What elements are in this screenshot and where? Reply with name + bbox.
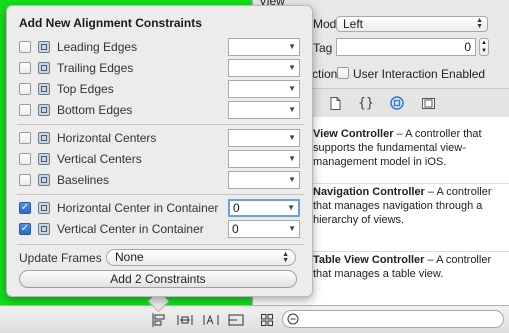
leading-edges-icon [38,41,50,53]
vertical-centers-label: Vertical Centers [57,152,142,166]
trailing-edges-icon [38,62,50,74]
update-frames-popup[interactable]: None ▲ ▼ [106,249,296,266]
object-library-icon[interactable] [388,94,406,112]
list-item-title: View Controller [313,128,394,140]
tag-label: Tag [313,41,333,55]
top-edges-icon [38,83,50,95]
resizing-behavior-icon[interactable] [227,312,245,328]
user-interaction-checkbox[interactable] [337,67,349,79]
vertical-centers-constant-combo[interactable]: ▼ [228,150,300,168]
media-library-icon[interactable] [419,94,437,112]
horizontal-centers-constant-combo[interactable]: ▼ [228,129,300,147]
baselines-label: Baselines [57,173,110,187]
update-frames-value: None [115,250,144,264]
resolve-issues-icon[interactable] [202,312,220,328]
separator [17,194,304,195]
list-item-title: Table View Controller [313,254,425,266]
leading-edges-checkbox[interactable] [19,41,31,53]
code-snippet-icon[interactable]: {} [357,94,375,112]
baselines-constant-combo[interactable]: ▼ [228,171,300,189]
library-filter-field[interactable] [282,310,504,328]
popup-arrows-icon: ▲ ▼ [282,251,289,264]
separator [17,124,304,125]
dropdown-arrow-icon: ▼ [288,175,296,184]
grid-view-icon[interactable] [258,312,276,328]
bottom-edges-constant-combo[interactable]: ▼ [228,101,300,119]
horizontal-center-in-container-label: Horizontal Center in Container [57,201,219,215]
bottom-toolbar [0,305,509,333]
dropdown-arrow-icon: ▼ [288,133,296,142]
separator [17,244,304,245]
horizontal-centers-checkbox[interactable] [19,132,31,144]
bottom-edges-checkbox[interactable] [19,104,31,116]
dropdown-arrow-icon: ▼ [288,63,296,72]
baselines-checkbox[interactable] [19,174,31,186]
tag-stepper[interactable]: ▲ ▼ [479,38,489,56]
add-constraints-button[interactable]: Add 2 Constraints [19,270,297,288]
dropdown-arrow-icon: ▼ [288,42,296,51]
constraint-row-bottom-edges: Bottom Edges ▼ [19,100,304,120]
tag-field[interactable]: 0 [336,38,476,56]
constraint-row-horizontal-center-in-container: ✓ Horizontal Center in Container 0 ▼ [19,198,304,218]
interaction-label-fragment: ction [312,67,338,81]
leading-edges-label: Leading Edges [57,40,138,54]
popover-title: Add New Alignment Constraints [19,16,202,30]
align-icon[interactable] [150,312,168,328]
user-interaction-label: User Interaction Enabled [353,67,486,81]
vertical-center-in-container-icon [38,223,50,235]
popup-arrows-icon: ▲ ▼ [476,17,483,30]
constraint-row-baselines: Baselines ▼ [19,170,304,190]
bottom-edges-icon [38,104,50,116]
update-frames-row: Update Frames [19,249,102,267]
dropdown-arrow-icon: ▼ [288,154,296,163]
pin-icon[interactable] [176,312,194,328]
trailing-edges-constant-combo[interactable]: ▼ [228,59,300,77]
horizontal-center-in-container-constant-combo[interactable]: 0 ▼ [228,199,300,217]
alignment-constraints-popover: Add New Alignment Constraints Leading Ed… [6,5,313,297]
baselines-icon [38,174,50,186]
dropdown-arrow-icon: ▼ [287,203,295,212]
constraint-row-horizontal-centers: Horizontal Centers ▼ [19,128,304,148]
list-item-title: Navigation Controller [313,186,425,198]
mode-value: Left [343,17,364,31]
top-edges-label: Top Edges [57,82,114,96]
top-edges-checkbox[interactable] [19,83,31,95]
horizontal-centers-label: Horizontal Centers [57,131,157,145]
dropdown-arrow-icon: ▼ [288,84,296,93]
constraint-row-top-edges: Top Edges ▼ [19,79,304,99]
trailing-edges-label: Trailing Edges [57,61,134,75]
file-template-icon[interactable] [326,94,344,112]
constraint-row-leading-edges: Leading Edges ▼ [19,37,304,57]
horizontal-center-in-container-icon [38,202,50,214]
vertical-centers-icon [38,153,50,165]
filter-icon [287,313,299,325]
horizontal-centers-icon [38,132,50,144]
constraint-row-trailing-edges: Trailing Edges ▼ [19,58,304,78]
bottom-edges-label: Bottom Edges [57,103,133,117]
vertical-centers-checkbox[interactable] [19,153,31,165]
update-frames-label: Update Frames [19,251,102,265]
horizontal-center-in-container-checkbox[interactable]: ✓ [19,202,31,214]
mode-popup[interactable]: Left ▲ ▼ [336,16,488,32]
vertical-center-in-container-constant-combo[interactable]: 0 ▼ [228,220,300,238]
vertical-center-in-container-label: Vertical Center in Container [57,222,204,236]
constraint-row-vertical-centers: Vertical Centers ▼ [19,149,304,169]
dropdown-arrow-icon: ▼ [288,224,296,233]
constraint-row-vertical-center-in-container: ✓ Vertical Center in Container 0 ▼ [19,219,304,239]
dropdown-arrow-icon: ▼ [288,105,296,114]
vertical-center-in-container-checkbox[interactable]: ✓ [19,223,31,235]
leading-edges-constant-combo[interactable]: ▼ [228,38,300,56]
top-edges-constant-combo[interactable]: ▼ [228,80,300,98]
trailing-edges-checkbox[interactable] [19,62,31,74]
